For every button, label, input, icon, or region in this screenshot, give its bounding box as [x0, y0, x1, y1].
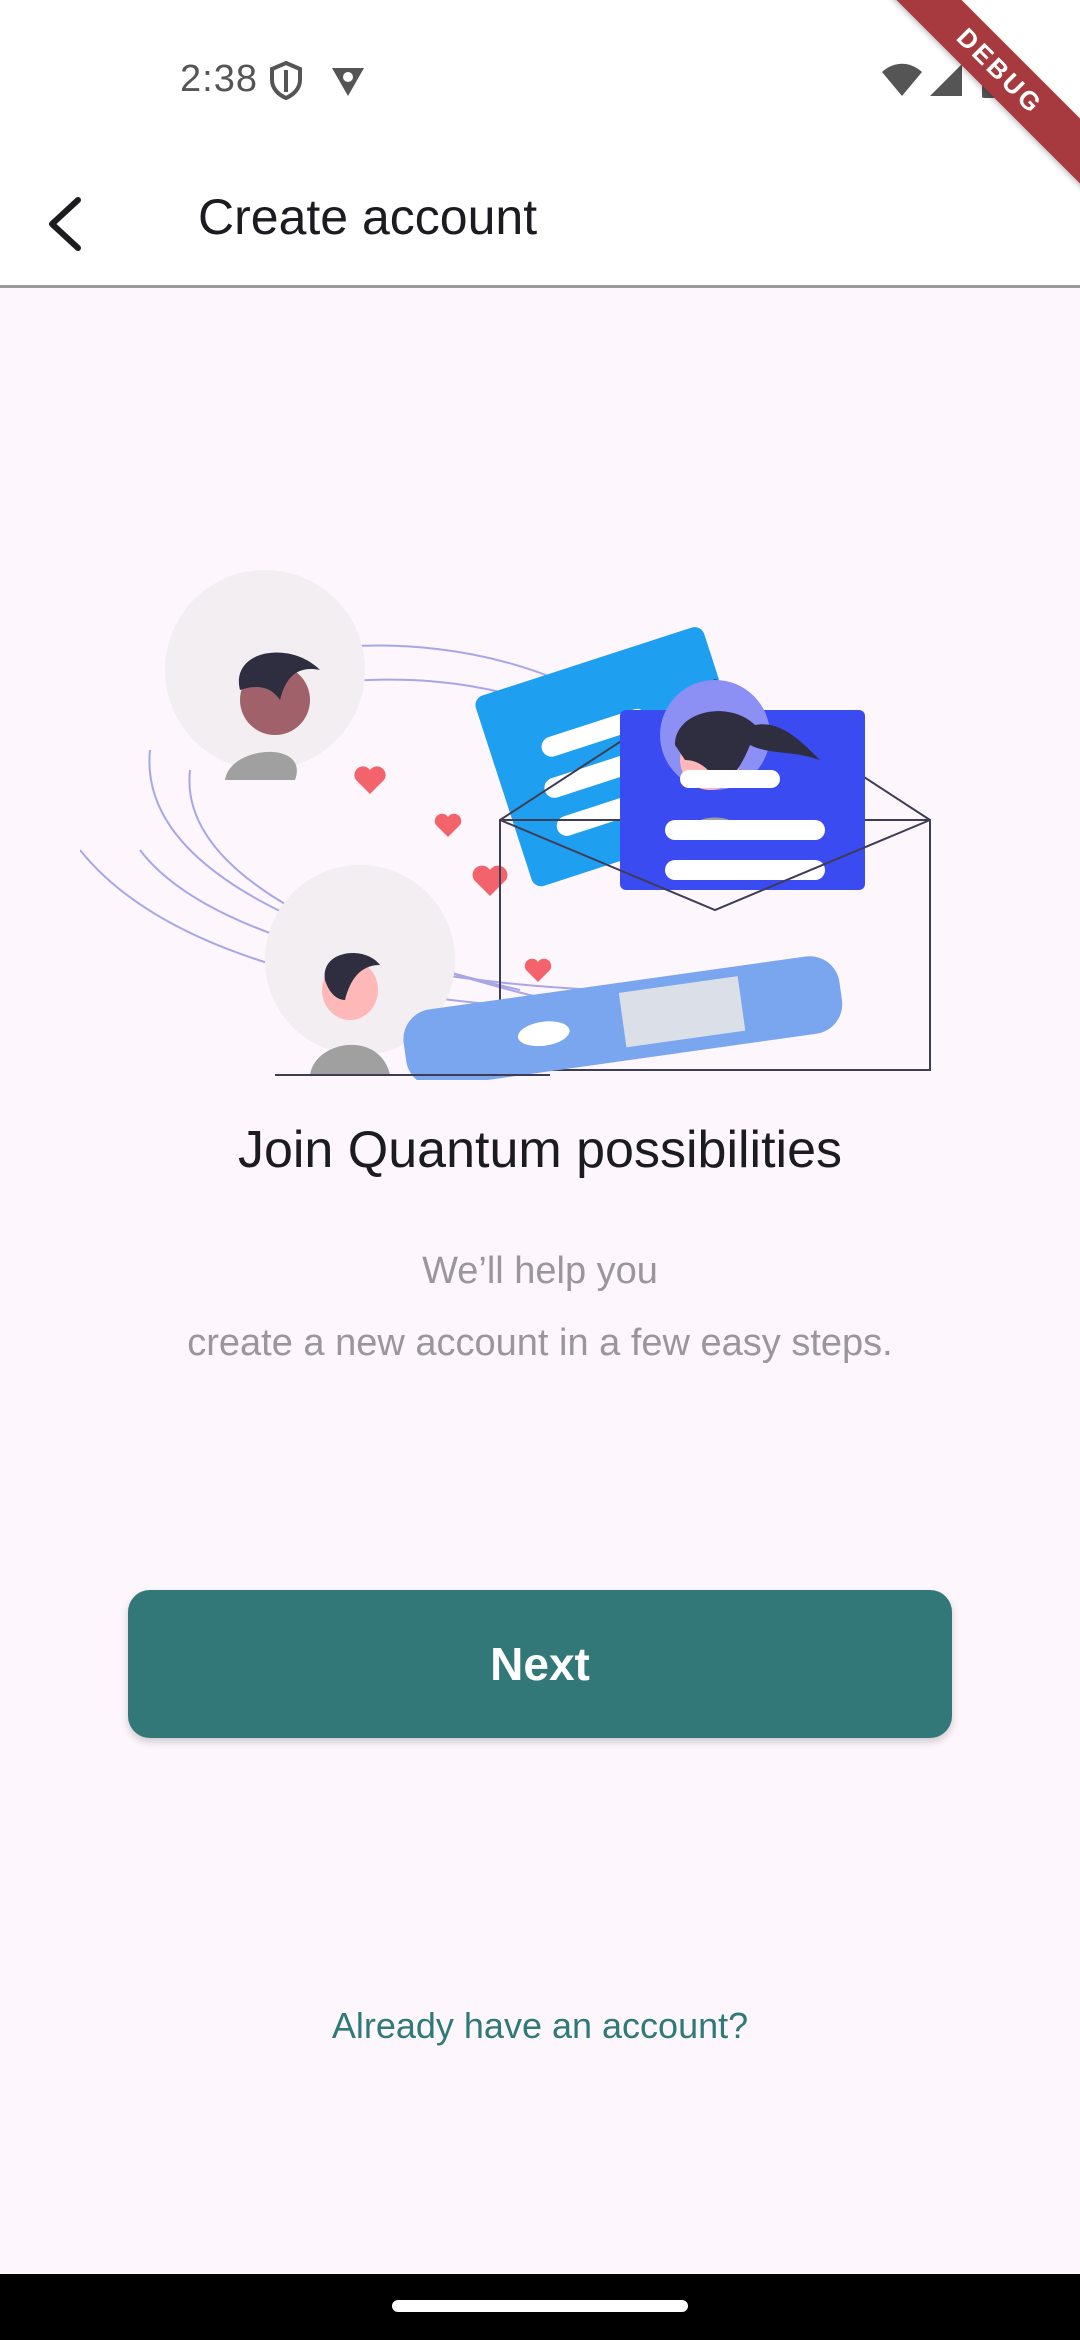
status-time: 2:38 [180, 58, 258, 100]
back-button[interactable] [22, 182, 106, 266]
page-title: Create account [198, 189, 538, 245]
signal-icon [928, 62, 964, 103]
subtitle-line-2: create a new account in a few easy steps… [187, 1322, 893, 1364]
headline: Join Quantum possibilities [237, 1121, 843, 1179]
next-button[interactable]: Next [128, 1590, 952, 1738]
app-bar: Create account [0, 160, 1080, 288]
already-have-account-link[interactable]: Already have an account? [0, 2005, 1080, 2047]
shield-icon [268, 60, 304, 105]
screen: 2:38 Create account DEBUG Join Quantum p… [0, 0, 1080, 2340]
wifi-icon [880, 62, 924, 103]
home-indicator[interactable] [392, 2300, 688, 2312]
envelope-with-profiles-illustration [79, 570, 950, 1087]
vpn-icon [328, 60, 368, 105]
status-bar: 2:38 [0, 0, 1080, 160]
back-arrow-icon [49, 197, 81, 251]
subtitle-line-1: We’ll help you [422, 1250, 658, 1292]
system-nav-bar [0, 2274, 1080, 2340]
